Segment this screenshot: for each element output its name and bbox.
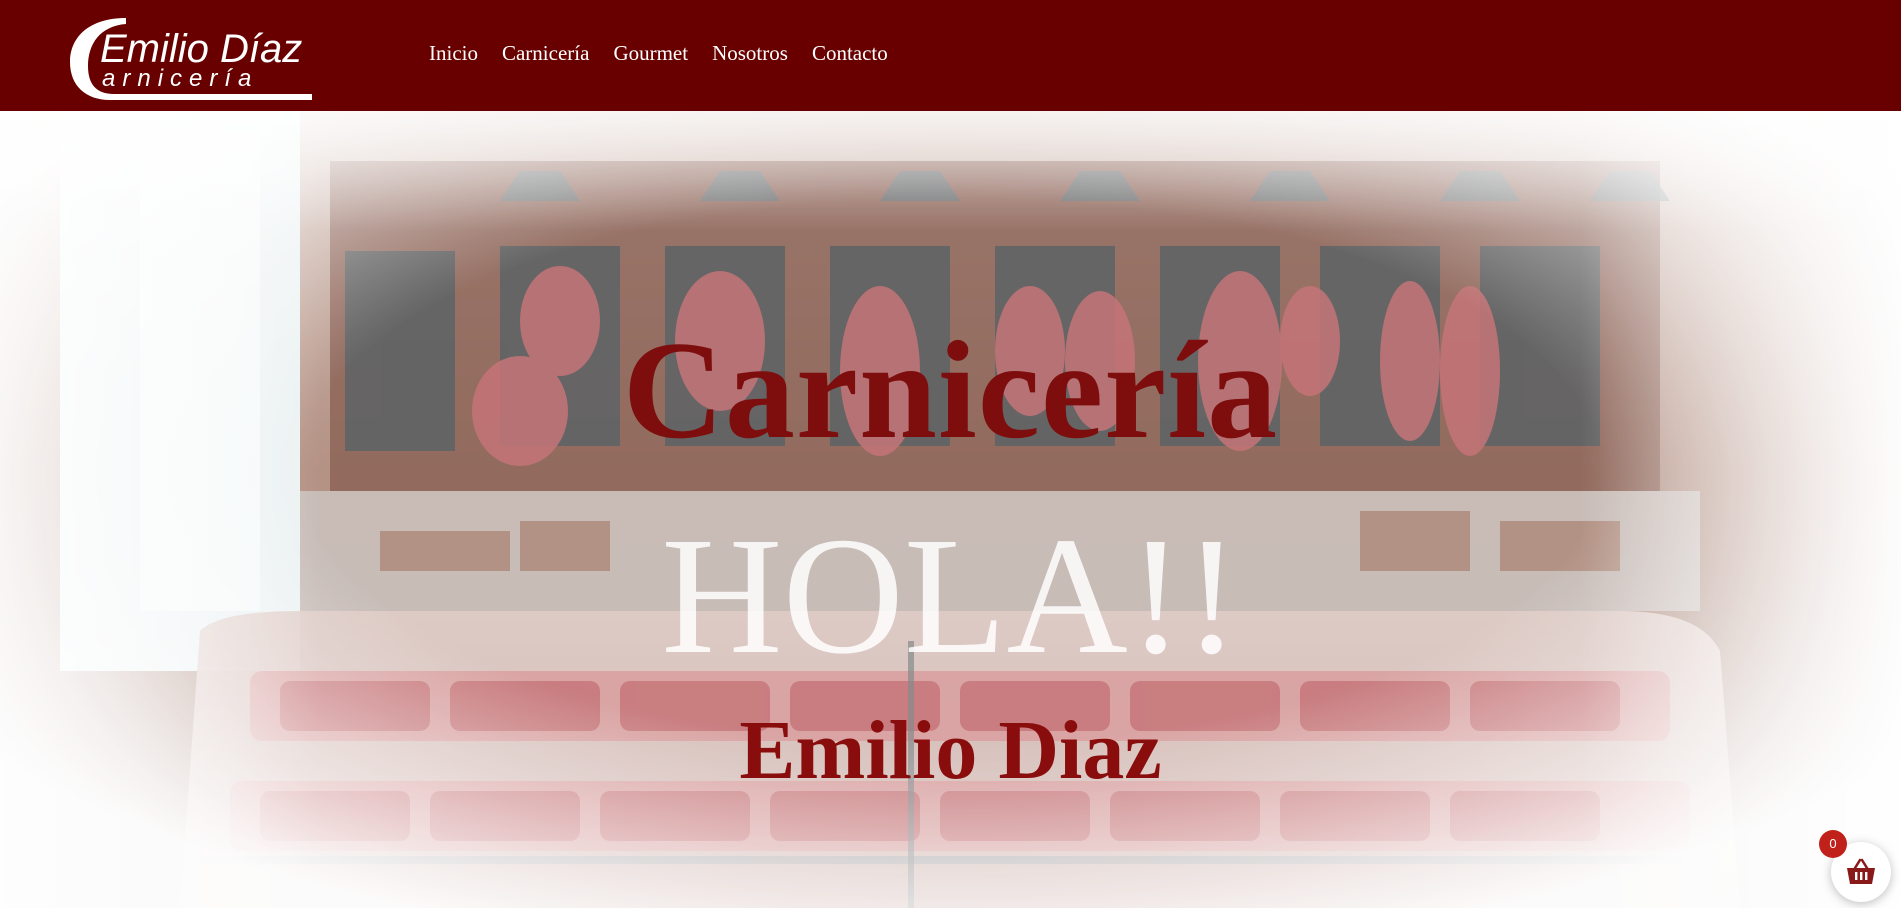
cart-count-badge: 0 bbox=[1819, 830, 1847, 858]
site-header: Emilio Díaz arnicería Inicio Carnicería … bbox=[0, 0, 1901, 111]
nav-nosotros[interactable]: Nosotros bbox=[712, 38, 788, 68]
main-nav: Inicio Carnicería Gourmet Nosotros Conta… bbox=[429, 38, 912, 68]
nav-contacto[interactable]: Contacto bbox=[812, 38, 888, 68]
site-logo[interactable]: Emilio Díaz arnicería bbox=[70, 16, 312, 100]
nav-carniceria[interactable]: Carnicería bbox=[502, 38, 589, 68]
logo-line2: arnicería bbox=[102, 65, 258, 92]
hero-subtitle: Emilio Diaz bbox=[739, 704, 1162, 797]
hero-greeting: HOLA!! bbox=[661, 503, 1240, 689]
basket-icon bbox=[1847, 858, 1875, 884]
nav-inicio[interactable]: Inicio bbox=[429, 38, 478, 68]
nav-gourmet[interactable]: Gourmet bbox=[613, 38, 688, 68]
logo-graphic: Emilio Díaz arnicería bbox=[70, 18, 312, 100]
hero-title: Carnicería bbox=[622, 313, 1279, 468]
hero-section: Carnicería HOLA!! Emilio Diaz bbox=[0, 111, 1901, 908]
